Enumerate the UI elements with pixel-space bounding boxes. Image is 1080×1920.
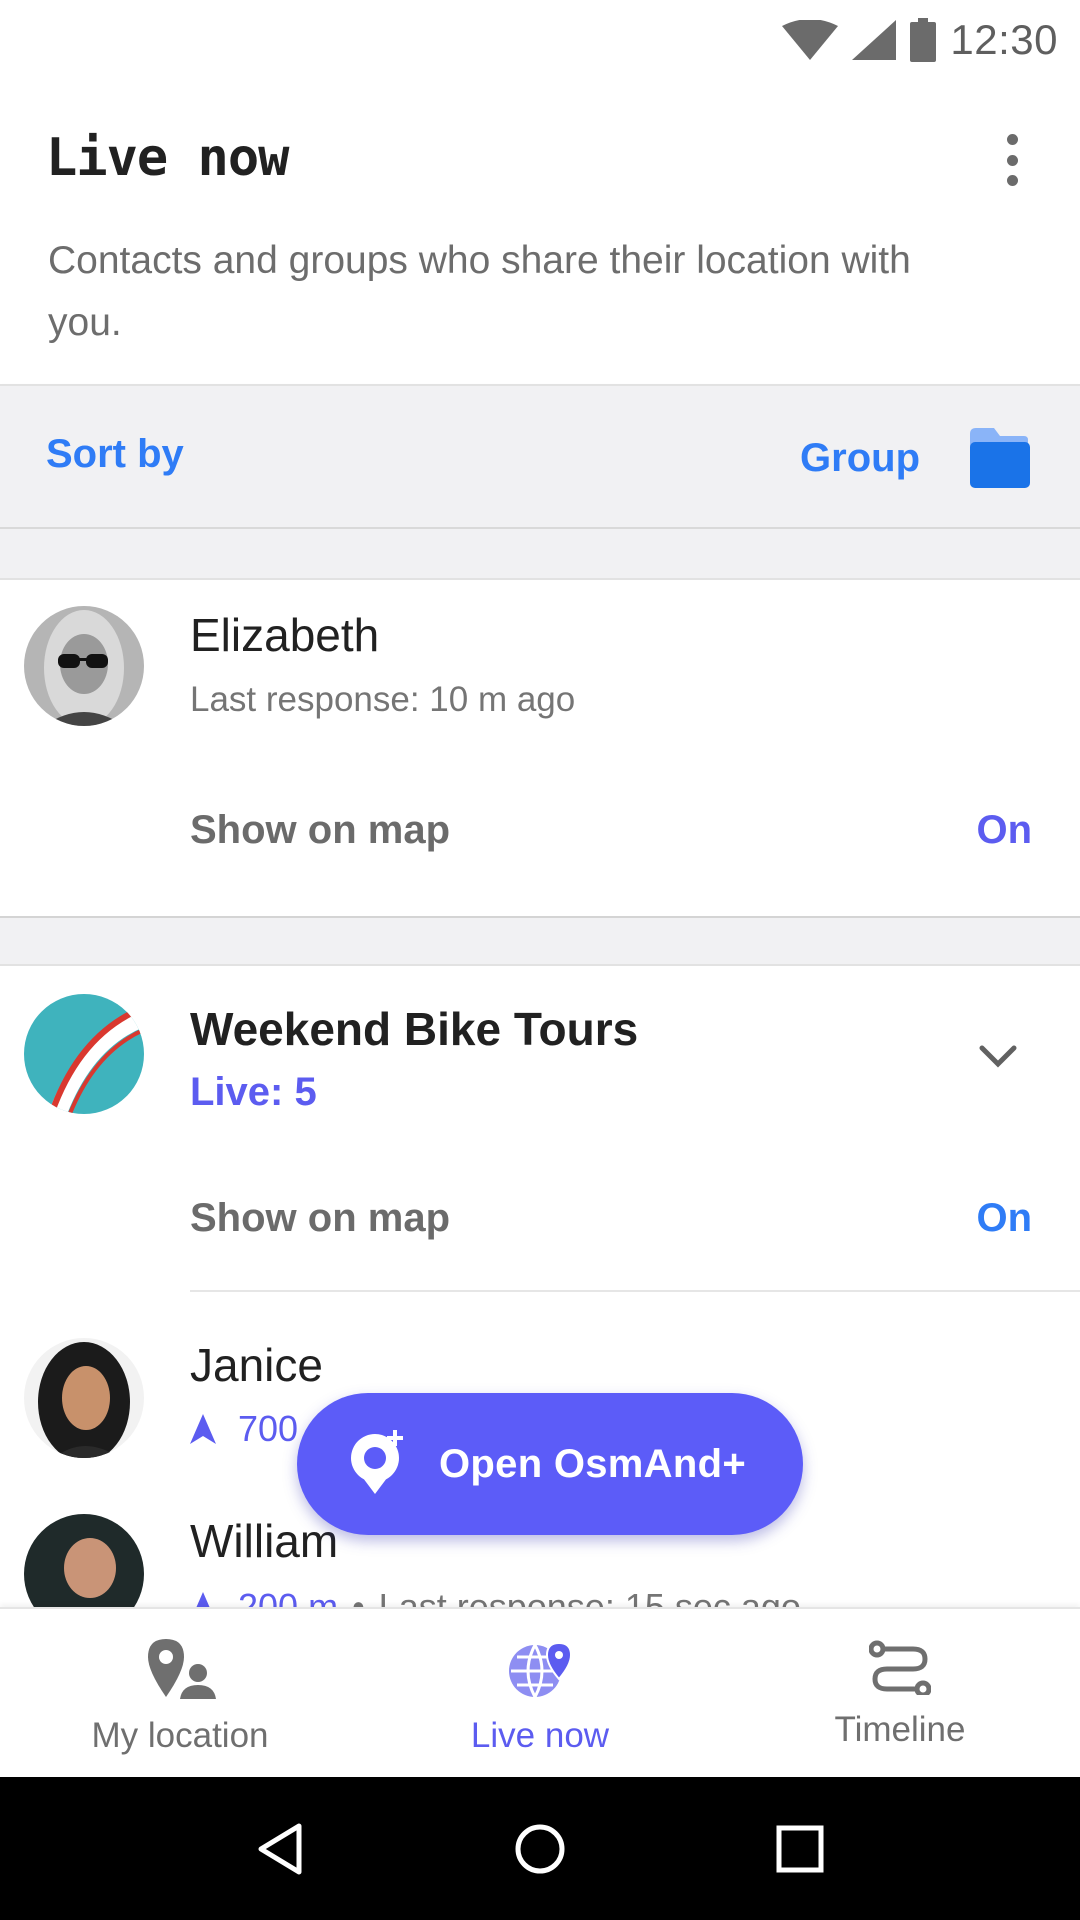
back-icon[interactable] <box>240 1809 320 1889</box>
bottom-navigation: My location Live now Timeline <box>0 1607 1080 1777</box>
nav-live-now[interactable]: Live now <box>360 1609 720 1777</box>
group-avatar <box>24 994 144 1114</box>
contact-name: Elizabeth <box>190 609 380 661</box>
section-gap <box>0 529 1080 578</box>
chevron-down-icon[interactable] <box>976 1042 1020 1072</box>
folder-icon <box>968 424 1030 493</box>
contact-card[interactable]: Elizabeth Last response: 10 m ago Show o… <box>0 578 1080 918</box>
member-name: Janice <box>190 1339 323 1391</box>
avatar <box>24 1338 144 1458</box>
osmand-add-icon <box>347 1428 411 1501</box>
sort-group-label: Group <box>800 435 920 480</box>
section-gap <box>0 918 1080 964</box>
show-on-map-toggle[interactable]: On <box>976 808 1032 853</box>
sort-group-button[interactable]: Group <box>800 420 1030 496</box>
header: Live now Contacts and groups who share t… <box>0 80 1080 385</box>
member-distance: 700 <box>190 1408 298 1450</box>
status-bar: 12:30 <box>0 0 1080 80</box>
system-navigation-bar <box>0 1777 1080 1920</box>
open-osmand-label: Open OsmAnd+ <box>439 1441 746 1486</box>
sort-by-label: Sort by <box>46 432 184 476</box>
avatar <box>24 1514 144 1610</box>
navigation-arrow-icon <box>190 1414 216 1444</box>
home-icon[interactable] <box>500 1809 580 1889</box>
group-live-count: Live: 5 <box>190 1070 317 1114</box>
page-description: Contacts and groups who share their loca… <box>48 239 911 344</box>
member-distance-value: 700 <box>238 1408 299 1449</box>
open-osmand-button[interactable]: Open OsmAnd+ <box>297 1393 803 1535</box>
status-time: 12:30 <box>950 16 1058 63</box>
battery-icon <box>910 18 937 62</box>
recents-icon[interactable] <box>760 1809 840 1889</box>
signal-icon <box>852 20 897 60</box>
nav-label: My location <box>91 1716 269 1755</box>
divider <box>190 1290 1080 1292</box>
member-name: William <box>190 1515 339 1567</box>
last-response: Last response: 10 m ago <box>190 680 576 719</box>
more-vert-icon[interactable] <box>1002 130 1022 190</box>
nav-label: Timeline <box>834 1710 966 1749</box>
live-now-globe-icon <box>507 1639 573 1706</box>
nav-label: Live now <box>470 1716 610 1755</box>
nav-my-location[interactable]: My location <box>0 1609 360 1777</box>
avatar <box>24 606 144 726</box>
group-name: Weekend Bike Tours <box>190 1003 639 1055</box>
nav-timeline[interactable]: Timeline <box>720 1609 1080 1777</box>
wifi-icon <box>782 20 839 60</box>
my-location-icon <box>144 1639 216 1706</box>
show-on-map-toggle[interactable]: On <box>976 1196 1032 1241</box>
page-title: Live now <box>46 128 289 188</box>
sort-bar: Sort by Group <box>0 384 1080 529</box>
timeline-icon <box>868 1639 932 1700</box>
show-on-map-label: Show on map <box>190 1196 450 1240</box>
show-on-map-label: Show on map <box>190 808 450 852</box>
